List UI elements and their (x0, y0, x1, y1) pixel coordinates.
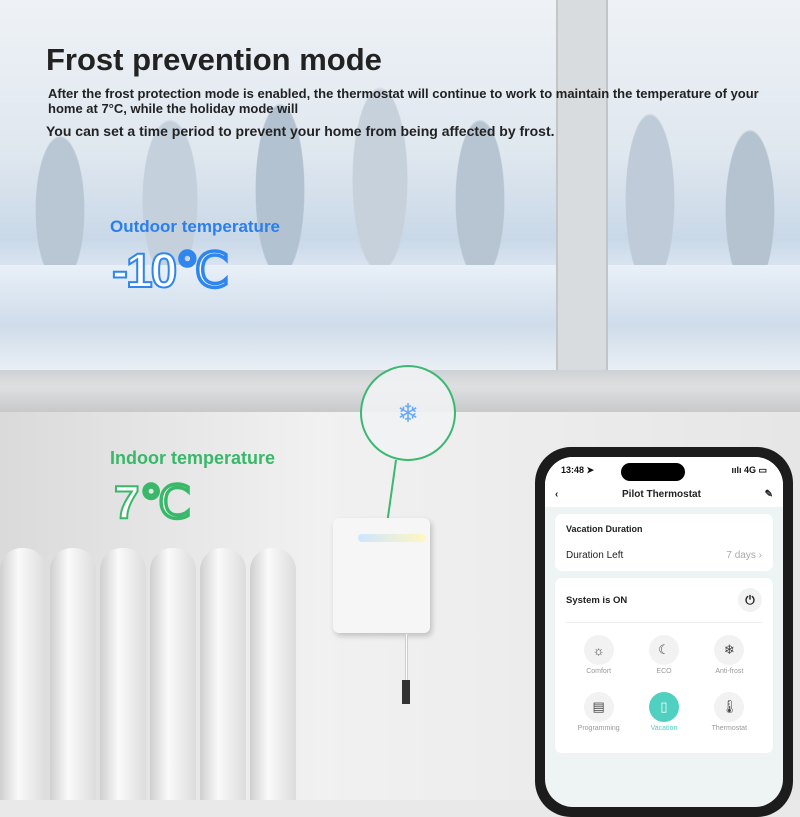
mode-programming[interactable]: ▤ Programming (566, 692, 631, 743)
mode-label: Anti-frost (715, 668, 744, 675)
screen-title: Pilot Thermostat (622, 488, 701, 500)
temperature-probe (402, 680, 410, 704)
thermostat-device (333, 518, 430, 633)
sun-icon: ☼ (583, 635, 614, 665)
description-2: You can set a time period to prevent you… (46, 123, 555, 139)
status-time: 13:48 ➤ (561, 465, 595, 475)
duration-left-row[interactable]: Duration Left 7 days › (566, 550, 762, 561)
power-icon: ⏻ (745, 592, 755, 607)
indoor-temp-label: Indoor temperature (110, 448, 276, 468)
page-title: Frost prevention mode (46, 42, 382, 77)
duration-left-value: 7 days (726, 550, 756, 561)
mode-vacation[interactable]: ▯ Vacation (631, 692, 696, 743)
nav-bar: ‹ Pilot Thermostat ✎ (545, 481, 783, 507)
power-button[interactable]: ⏻ (738, 588, 762, 612)
phone-screen: 13:48 ➤ ıılı 4G ▭ ‹ Pilot Thermostat ✎ V… (545, 457, 783, 807)
moon-icon: ☾ (648, 635, 679, 665)
snowflake-icon: ❄ (397, 397, 419, 428)
mode-thermostat[interactable]: 🌡 Thermostat (697, 692, 762, 743)
edit-icon[interactable]: ✎ (765, 489, 773, 500)
mode-label: ECO (656, 668, 672, 675)
mode-label: Thermostat (711, 725, 748, 732)
indoor-temp-value: 7℃ (113, 475, 192, 529)
status-icons: ıılı 4G ▭ (731, 465, 767, 475)
thermometer-icon: 🌡 (714, 692, 745, 722)
schedule-icon: ▤ (583, 692, 614, 722)
system-card: System is ON ⏻ ☼ Comfort ☾ ECO ❄ Anti-frost ▤ P… (555, 578, 773, 753)
vacation-card: Vacation Duration Duration Left 7 days › (555, 514, 773, 571)
smartphone: 13:48 ➤ ıılı 4G ▭ ‹ Pilot Thermostat ✎ V… (535, 447, 793, 817)
snowflake-icon: ❄ (714, 635, 745, 665)
mode-label: Vacation (650, 725, 678, 732)
mode-label: Programming (577, 725, 620, 732)
back-icon[interactable]: ‹ (555, 489, 558, 500)
outdoor-temp-label: Outdoor temperature (110, 217, 281, 236)
mode-eco[interactable]: ☾ ECO (631, 635, 696, 686)
dynamic-island (621, 463, 685, 481)
description: After the frost protection mode is enabl… (48, 86, 759, 116)
outdoor-temp-value: -10℃ (111, 244, 230, 299)
mode-antifrost[interactable]: ❄ Anti-frost (697, 635, 762, 686)
mode-grid: ☼ Comfort ☾ ECO ❄ Anti-frost ▤ Programming ▯ Vaca… (566, 635, 762, 743)
system-status: System is ON (566, 594, 628, 606)
vacation-title: Vacation Duration (566, 524, 643, 534)
mode-label: Comfort (586, 668, 612, 675)
suitcase-icon: ▯ (648, 692, 679, 722)
led-zoom-callout: ❄ (360, 365, 456, 461)
chevron-right-icon: › (758, 550, 762, 561)
led-indicators (358, 534, 426, 542)
mode-comfort[interactable]: ☼ Comfort (566, 635, 631, 686)
radiator (0, 548, 300, 800)
window-frame (556, 0, 608, 385)
duration-left-label: Duration Left (566, 550, 624, 561)
